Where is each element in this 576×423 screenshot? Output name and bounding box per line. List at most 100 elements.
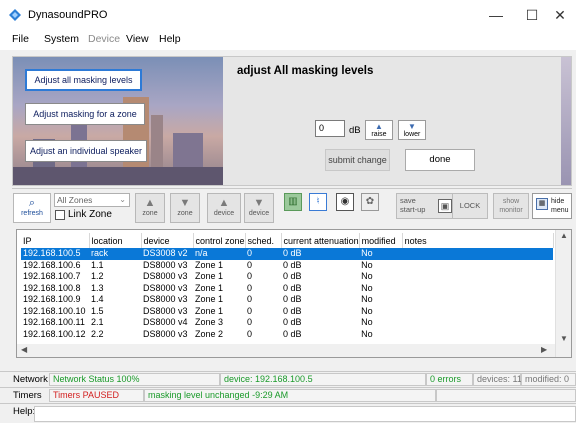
table-cell: 0 [247,271,253,282]
menu-view[interactable]: View [126,33,149,45]
db-unit-label: dB [349,125,361,136]
settings-gear-icon[interactable]: ✿ [361,193,379,211]
table-cell: 2.2 [91,328,104,339]
table-row[interactable]: 192.168.100.10 1.5 DS8000 v3 Zone 1 0 0 dB No [21,306,553,318]
db-value-input[interactable]: 0 [315,120,345,137]
equalizer-icon[interactable]: ▥ [284,193,302,211]
submit-change-button[interactable]: submit change [325,149,390,171]
close-button[interactable]: ✕ [542,0,576,30]
device-down-button[interactable]: ▼ device [244,193,274,223]
menu-system[interactable]: System [44,33,79,45]
table-row[interactable]: 192.168.100.6 1.1 DS8000 v3 Zone 1 0 0 dB No [21,260,553,272]
table-row[interactable]: 192.168.100.12 2.2 DS8000 v3 Zone 2 0 0 dB No [21,329,553,341]
menu-grid-icon: ▦ [536,198,548,210]
table-cell: 0 [247,282,253,293]
menu-device[interactable]: Device [88,33,120,45]
column-header[interactable]: modified [359,233,403,248]
table-cell: 0 dB [283,294,302,305]
show-monitor-button[interactable]: show monitor [493,193,529,219]
masking-status: masking level unchanged -9:29 AM [144,389,436,402]
column-header[interactable]: IP [21,233,90,248]
table-row[interactable]: 192.168.100.11 2.1 DS8000 v4 Zone 3 0 0 dB No [21,317,553,329]
column-header[interactable]: notes [402,233,554,248]
chevron-down-icon: ⌄ [119,195,126,204]
table-row[interactable]: 192.168.100.8 1.3 DS8000 v3 Zone 1 0 0 dB No [21,283,553,295]
table-cell: 192.168.100.8 [23,282,81,293]
table-cell: No [361,282,373,293]
table-row[interactable]: 192.168.100.5 rack DS3008 v2 n/a 0 0 dB No [21,248,554,260]
table-cell: 0 [245,248,282,260]
magnifier-icon: ⌕ [28,197,36,209]
scroll-up-icon[interactable]: ▲ [560,231,568,240]
refresh-button[interactable]: ⌕ refresh [13,193,51,223]
table-cell: DS8000 v4 [143,317,188,328]
table-cell: DS8000 v3 [143,282,188,293]
column-header[interactable]: location [89,233,142,248]
column-header[interactable]: control zone [193,233,246,248]
save-startup-button[interactable]: save start-up ▣ [396,193,456,219]
network-label: Network [13,374,48,385]
scroll-left-icon[interactable]: ◀ [21,345,27,354]
adjust-zone-button[interactable]: Adjust masking for a zone [25,103,145,125]
link-zone-checkbox[interactable] [55,210,65,220]
down-arrow-icon: ▼ [179,197,191,209]
microphone-icon[interactable]: ♮ [309,193,327,211]
table-cell: 192.168.100.10 [23,305,86,316]
toolbar-divider [12,188,572,189]
table-cell [402,271,553,283]
table-row[interactable]: 192.168.100.9 1.4 DS8000 v3 Zone 1 0 0 dB No [21,294,553,306]
lower-arrow-icon: ▼ [408,122,416,131]
timers-status: Timers PAUSED [49,389,144,402]
table-cell [402,317,553,329]
help-label: Help: [13,406,36,417]
lower-button[interactable]: ▼ lower [398,120,426,140]
device-count: devices: 11 [473,373,522,386]
horizontal-scrollbar[interactable]: ◀ ▶ [17,344,555,357]
menu-bar: File System Device View Help [0,30,576,50]
panel-title: adjust All masking levels [237,65,374,77]
menu-file[interactable]: File [12,33,29,45]
device-up-label: device [213,210,235,217]
device-up-button[interactable]: ▲ device [207,193,241,223]
table-cell: 192.168.100.5 [21,248,89,260]
column-header[interactable]: device [141,233,194,248]
vertical-scrollbar[interactable]: ▲ ▼ [555,230,571,357]
table-cell: 0 [247,305,253,316]
done-button[interactable]: done [405,149,475,171]
network-status: Network Status 100% [49,373,220,386]
lock-button[interactable]: LOCK [452,193,488,219]
timers-status-row: Timers Timers PAUSED masking level uncha… [0,387,576,403]
table-cell: No [361,271,373,282]
table-cell [402,306,553,318]
table-cell: Zone 1 [195,259,224,270]
zone-up-button[interactable]: ▲ zone [135,193,165,223]
adjust-all-button[interactable]: Adjust all masking levels [25,69,142,91]
scroll-right-icon[interactable]: ▶ [541,345,547,354]
error-count: 0 errors [426,373,473,386]
table-cell: 1.5 [91,305,104,316]
zone-up-label: zone [142,210,158,217]
menu-help[interactable]: Help [159,33,181,45]
hide-menu-button[interactable]: ▦ hide menu [532,193,572,219]
column-header[interactable]: current attenuation [281,233,360,248]
table-cell: 0 [247,294,253,305]
window-title: DynasoundPRO [28,9,108,21]
table-cell: n/a [193,248,246,260]
minimize-button[interactable]: — [478,0,514,30]
zone-select[interactable]: All Zones ⌄ [54,193,130,207]
adjust-speaker-button[interactable]: Adjust an individual speaker [25,140,147,162]
table-cell: 0 dB [283,328,302,339]
table-cell: 192.168.100.9 [23,294,81,305]
scroll-down-icon[interactable]: ▼ [560,334,568,343]
column-header[interactable]: sched. [245,233,282,248]
speaker-icon[interactable]: ◉ [336,193,354,211]
table-cell: Zone 3 [195,317,224,328]
empty-status-cell [436,389,576,402]
up-arrow-icon: ▲ [218,197,230,209]
table-row[interactable]: 192.168.100.7 1.2 DS8000 v3 Zone 1 0 0 dB No [21,271,553,283]
raise-button[interactable]: ▲ raise [365,120,393,140]
up-arrow-icon: ▲ [144,197,156,209]
down-arrow-icon: ▼ [253,197,265,209]
table-cell: Zone 1 [195,294,224,305]
zone-down-button[interactable]: ▼ zone [170,193,200,223]
